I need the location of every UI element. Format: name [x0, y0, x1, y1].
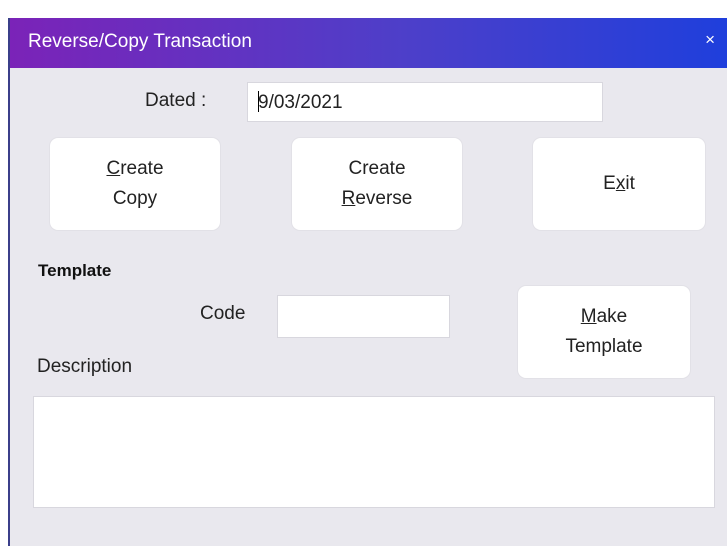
create-copy-button[interactable]: Create Copy	[50, 138, 220, 230]
reverse-copy-dialog: Reverse/Copy Transaction × Dated : 9/03/…	[8, 18, 727, 546]
create-copy-line1: Create	[106, 154, 163, 184]
make-template-button[interactable]: Make Template	[518, 286, 690, 378]
exit-label-pre: E	[603, 173, 616, 194]
create-copy-line1-rest: reate	[120, 158, 164, 179]
template-heading: Template	[38, 261, 112, 280]
exit-accesskey: x	[615, 173, 626, 194]
make-template-line2: Template	[565, 336, 643, 357]
create-reverse-line2: Reverse	[342, 184, 413, 214]
make-template-line1-rest: ake	[596, 306, 628, 327]
title-bar[interactable]: Reverse/Copy Transaction ×	[10, 18, 727, 68]
create-copy-line2: Copy	[112, 188, 158, 209]
create-reverse-button[interactable]: Create Reverse	[292, 138, 462, 230]
close-icon[interactable]: ×	[705, 30, 715, 50]
make-template-accesskey: M	[580, 306, 597, 327]
exit-button[interactable]: Exit	[533, 138, 705, 230]
exit-label-post: it	[625, 173, 635, 194]
code-input[interactable]	[277, 295, 450, 338]
description-field[interactable]	[33, 396, 715, 508]
code-label: Code	[200, 303, 246, 324]
create-reverse-line1: Create	[348, 158, 406, 179]
create-reverse-accesskey: R	[341, 188, 356, 209]
make-template-line1: Make	[581, 302, 627, 332]
exit-label: Exit	[603, 169, 635, 199]
create-reverse-line2-rest: everse	[355, 188, 413, 209]
dated-label: Dated :	[145, 90, 207, 111]
window-title: Reverse/Copy Transaction	[28, 31, 252, 52]
dated-value: 9/03/2021	[258, 92, 343, 113]
dated-input[interactable]: 9/03/2021	[247, 82, 603, 122]
create-copy-accesskey: C	[106, 158, 121, 179]
description-label: Description	[37, 356, 133, 377]
